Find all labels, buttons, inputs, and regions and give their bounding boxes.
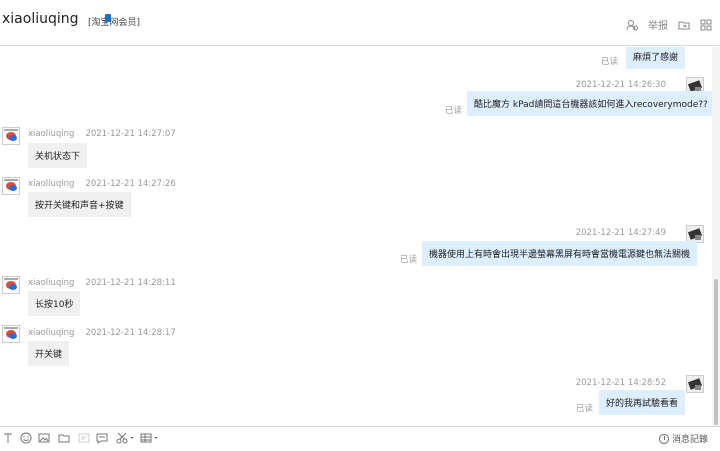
add-contact-icon[interactable] <box>626 19 638 31</box>
message-time: 2021-12-21 14:27:26 <box>85 179 176 189</box>
font-icon[interactable] <box>2 432 14 444</box>
sender-name: xiaoliuqing <box>28 129 75 139</box>
contact-avatar[interactable] <box>2 325 20 343</box>
message-bubble: 开关键 <box>28 341 70 366</box>
card-icon <box>78 432 90 444</box>
message-bubble: 关机状态下 <box>28 143 88 168</box>
image-icon[interactable] <box>38 432 50 444</box>
screenshot-scissors-icon[interactable] <box>116 432 136 444</box>
contact-avatar[interactable] <box>2 127 20 145</box>
user-avatar[interactable] <box>686 375 704 393</box>
contact-avatar[interactable] <box>2 177 20 195</box>
clock-icon <box>658 433 669 444</box>
message-bubble: 好的我再試驗看看 <box>599 390 686 415</box>
message-time: 2021-12-21 14:28:52 <box>575 378 666 388</box>
input-toolbar: 消息記錄 <box>0 426 720 451</box>
header-tools: 举报 <box>626 17 712 32</box>
table-icon[interactable] <box>140 432 160 444</box>
sender-name: xiaoliuqing <box>28 278 75 288</box>
chat-header: xiaoliuqing [淘宝网会员] 举报 <box>0 0 720 46</box>
sender-name: xiaoliuqing <box>28 179 75 189</box>
message-bubble: 機器使用上有時會出現半邊螢幕黑屏有時會當機電源鍵也無法關機 <box>422 241 698 266</box>
quick-reply-icon[interactable] <box>96 432 108 444</box>
message-meta: xiaoliuqing 2021-12-21 14:27:07 <box>28 129 176 139</box>
read-status: 已读 <box>400 255 418 265</box>
message-time: 2021-12-21 14:27:07 <box>85 129 176 139</box>
contact-name[interactable]: xiaoliuqing <box>2 11 79 27</box>
contact-avatar[interactable] <box>2 276 20 294</box>
message-time: 2021-12-21 14:27:49 <box>575 228 666 238</box>
mobile-icon <box>105 14 111 22</box>
sender-name: xiaoliuqing <box>28 328 75 338</box>
message-scrollbar[interactable] <box>712 47 720 426</box>
folder-send-icon[interactable] <box>58 432 70 444</box>
message-list[interactable]: 已读 麻煩了感謝 2021-12-21 14:26:30 已读 酷比魔方 kPa… <box>0 47 712 426</box>
read-status: 已读 <box>576 404 594 414</box>
message-meta: xiaoliuqing 2021-12-21 14:28:17 <box>28 328 176 338</box>
member-badge: [淘宝网会员] <box>88 18 141 28</box>
message-time: 2021-12-21 14:28:11 <box>85 278 176 288</box>
message-bubble: 按开关键和声音+按键 <box>28 192 131 217</box>
history-label: 消息記錄 <box>671 435 708 445</box>
apps-grid-icon[interactable] <box>700 19 712 31</box>
message-bubble: 麻煩了感謝 <box>626 47 686 69</box>
message-bubble: 酷比魔方 kPad請問這台機器該如何進入recoverymode?? <box>467 91 712 116</box>
read-status: 已读 <box>445 106 463 116</box>
message-time: 2021-12-21 14:26:30 <box>575 80 666 90</box>
message-meta: xiaoliuqing 2021-12-21 14:28:11 <box>28 278 176 288</box>
emoji-icon[interactable] <box>20 432 32 444</box>
message-time: 2021-12-21 14:28:17 <box>85 328 176 338</box>
scrollbar-thumb[interactable] <box>714 279 718 425</box>
message-bubble: 长按10秒 <box>28 291 81 316</box>
message-meta: xiaoliuqing 2021-12-21 14:27:26 <box>28 179 176 189</box>
read-status: 已读 <box>601 57 619 67</box>
folder-icon[interactable] <box>678 19 690 31</box>
history-button[interactable]: 消息記錄 <box>658 432 708 445</box>
report-button[interactable]: 举报 <box>648 17 668 32</box>
